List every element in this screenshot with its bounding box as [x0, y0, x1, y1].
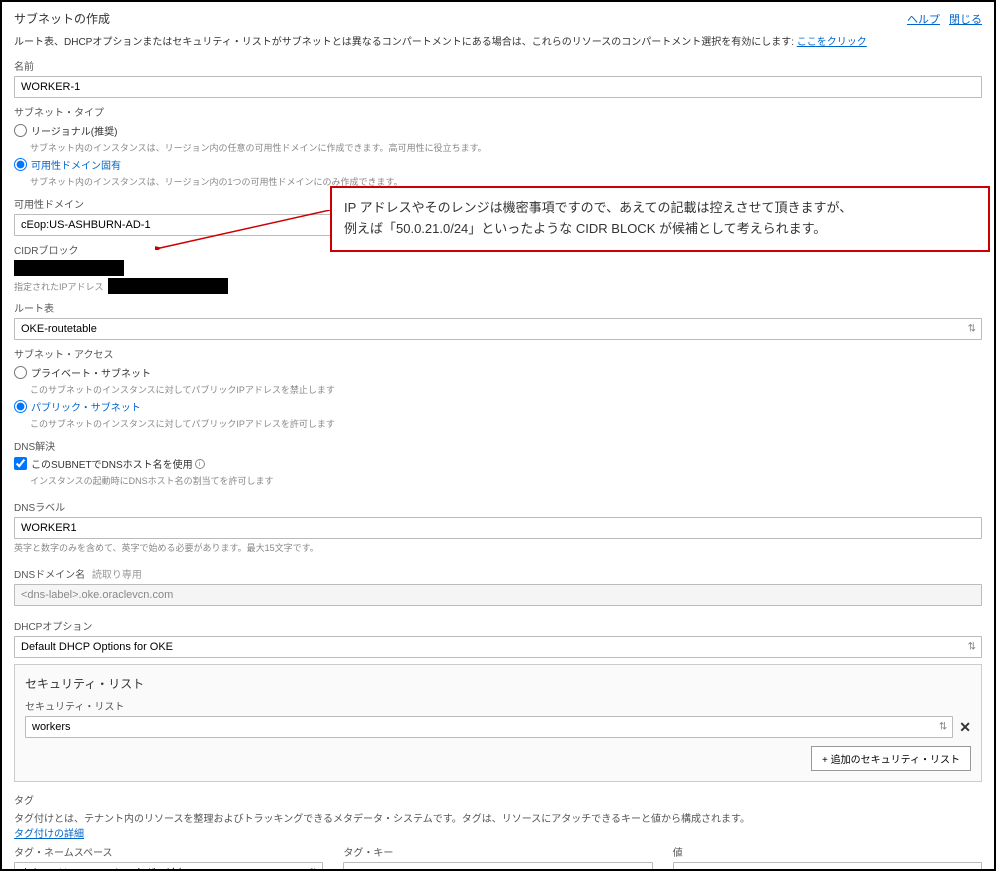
fixed-ip-label: 指定されたIPアドレス	[14, 280, 104, 293]
dns-hostname-label: このSUBNETでDNSホスト名を使用	[31, 456, 193, 471]
name-label: 名前	[14, 58, 982, 73]
dns-hostname-checkbox[interactable]	[14, 457, 27, 470]
tag-namespace-select[interactable]	[14, 862, 323, 871]
remove-security-list-button[interactable]: ✕	[959, 719, 971, 736]
subnet-access-label: サブネット・アクセス	[14, 346, 982, 361]
dns-label-help: 英字と数字のみを含めて、英字で始める必要があります。最大15文字です。	[14, 541, 982, 554]
subnet-type-regional-radio[interactable]	[14, 124, 27, 137]
subnet-type-label: サブネット・タイプ	[14, 104, 982, 119]
dns-label-label: DNSラベル	[14, 493, 982, 514]
security-list-select[interactable]	[25, 716, 953, 738]
security-list-title: セキュリティ・リスト	[25, 675, 971, 692]
dhcp-label: DHCPオプション	[14, 612, 982, 633]
tag-section-label: タグ	[14, 792, 982, 807]
help-link[interactable]: ヘルプ	[907, 14, 940, 26]
subnet-type-regional-desc: サブネット内のインスタンスは、リージョン内の任意の可用性ドメインに作成できます。…	[30, 141, 982, 154]
public-subnet-label: パブリック・サブネット	[31, 399, 141, 414]
dhcp-select[interactable]	[14, 636, 982, 658]
private-subnet-desc: このサブネットのインスタンスに対してパブリックIPアドレスを禁止します	[30, 383, 982, 396]
cidr-redacted	[14, 260, 124, 276]
intro-text: ルート表、DHCPオプションまたはセキュリティ・リストがサブネットとは異なるコン…	[14, 33, 982, 48]
tag-value-input[interactable]	[673, 862, 982, 871]
private-subnet-label: プライベート・サブネット	[31, 365, 151, 380]
page-title: サブネットの作成	[14, 10, 110, 27]
subnet-type-ad-label: 可用性ドメイン固有	[31, 157, 121, 172]
dns-hostname-desc: インスタンスの起動時にDNSホスト名の割当てを許可します	[30, 474, 982, 487]
close-link[interactable]: 閉じる	[949, 14, 982, 26]
fixed-ip-redacted	[108, 278, 228, 294]
subnet-type-ad-radio[interactable]	[14, 158, 27, 171]
public-subnet-radio[interactable]	[14, 400, 27, 413]
tag-desc: タグ付けとは、テナント内のリソースを整理およびトラッキングできるメタデータ・シス…	[14, 810, 982, 825]
name-input[interactable]	[14, 76, 982, 98]
info-icon[interactable]: i	[195, 459, 205, 469]
tag-key-label: タグ・キー	[343, 844, 652, 859]
tag-namespace-label: タグ・ネームスペース	[14, 844, 323, 859]
tag-key-input[interactable]	[343, 862, 652, 871]
dns-label-input[interactable]	[14, 517, 982, 539]
tag-details-link[interactable]: タグ付けの詳細	[14, 829, 84, 840]
route-table-label: ルート表	[14, 300, 982, 315]
add-security-list-button[interactable]: + 追加のセキュリティ・リスト	[811, 746, 971, 771]
dns-domain-readonly-badge: 読取り専用	[92, 570, 142, 581]
cidr-callout: IP アドレスやそのレンジは機密事項ですので、あえての記載は控えさせて頂きますが…	[330, 186, 990, 252]
dns-domain-label: DNSドメイン名	[14, 570, 85, 581]
enable-compartment-link[interactable]: ここをクリック	[797, 37, 867, 48]
tag-value-label: 値	[673, 844, 982, 859]
route-table-select[interactable]	[14, 318, 982, 340]
dns-domain-input	[14, 584, 982, 606]
subnet-type-regional-label: リージョナル(推奨)	[31, 123, 117, 138]
dns-resolution-label: DNS解決	[14, 438, 982, 453]
private-subnet-radio[interactable]	[14, 366, 27, 379]
public-subnet-desc: このサブネットのインスタンスに対してパブリックIPアドレスを許可します	[30, 417, 982, 430]
security-list-label: セキュリティ・リスト	[25, 698, 971, 713]
